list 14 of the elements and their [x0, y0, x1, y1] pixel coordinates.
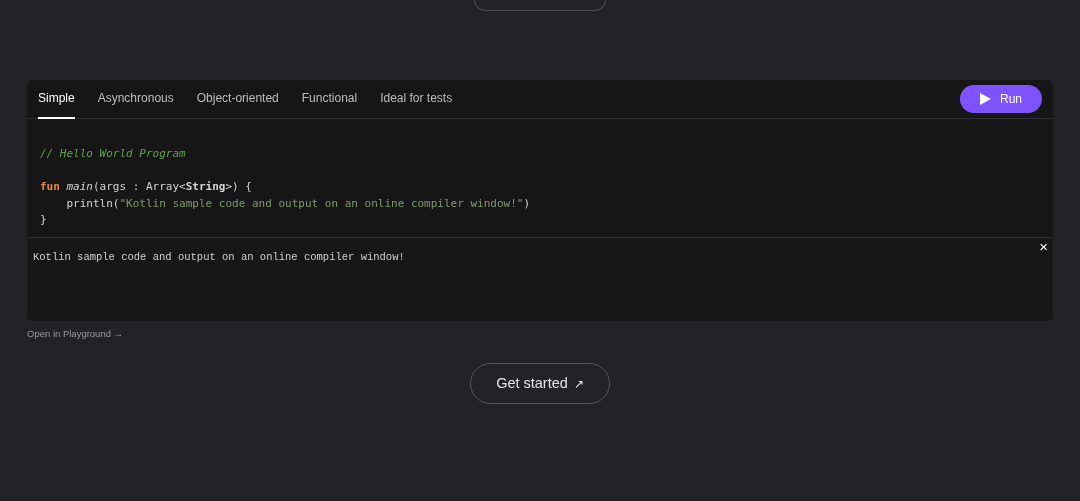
code-line: // Hello World Program	[40, 146, 186, 162]
close-button[interactable]: ×	[1039, 239, 1048, 254]
code-line: }	[40, 212, 47, 228]
playground-link[interactable]: Open in Playground →	[27, 327, 124, 342]
tab[interactable]: Functional	[301, 80, 358, 119]
tab[interactable]: Simple	[38, 80, 75, 119]
tab[interactable]: Asynchronous	[97, 80, 174, 119]
run-button[interactable]: Run	[960, 85, 1042, 113]
tab[interactable]: Object-oriented	[196, 80, 279, 119]
play-icon	[980, 93, 991, 105]
tab[interactable]: Ideal for tests	[380, 80, 453, 119]
code-line: fun main(args : Array<String>) {	[40, 179, 252, 195]
output-text: Kotlin sample code and output on an online compiler window!	[33, 250, 405, 265]
code-line: println("Kotlin sample code and output on an online compiler window!")	[65, 195, 531, 212]
